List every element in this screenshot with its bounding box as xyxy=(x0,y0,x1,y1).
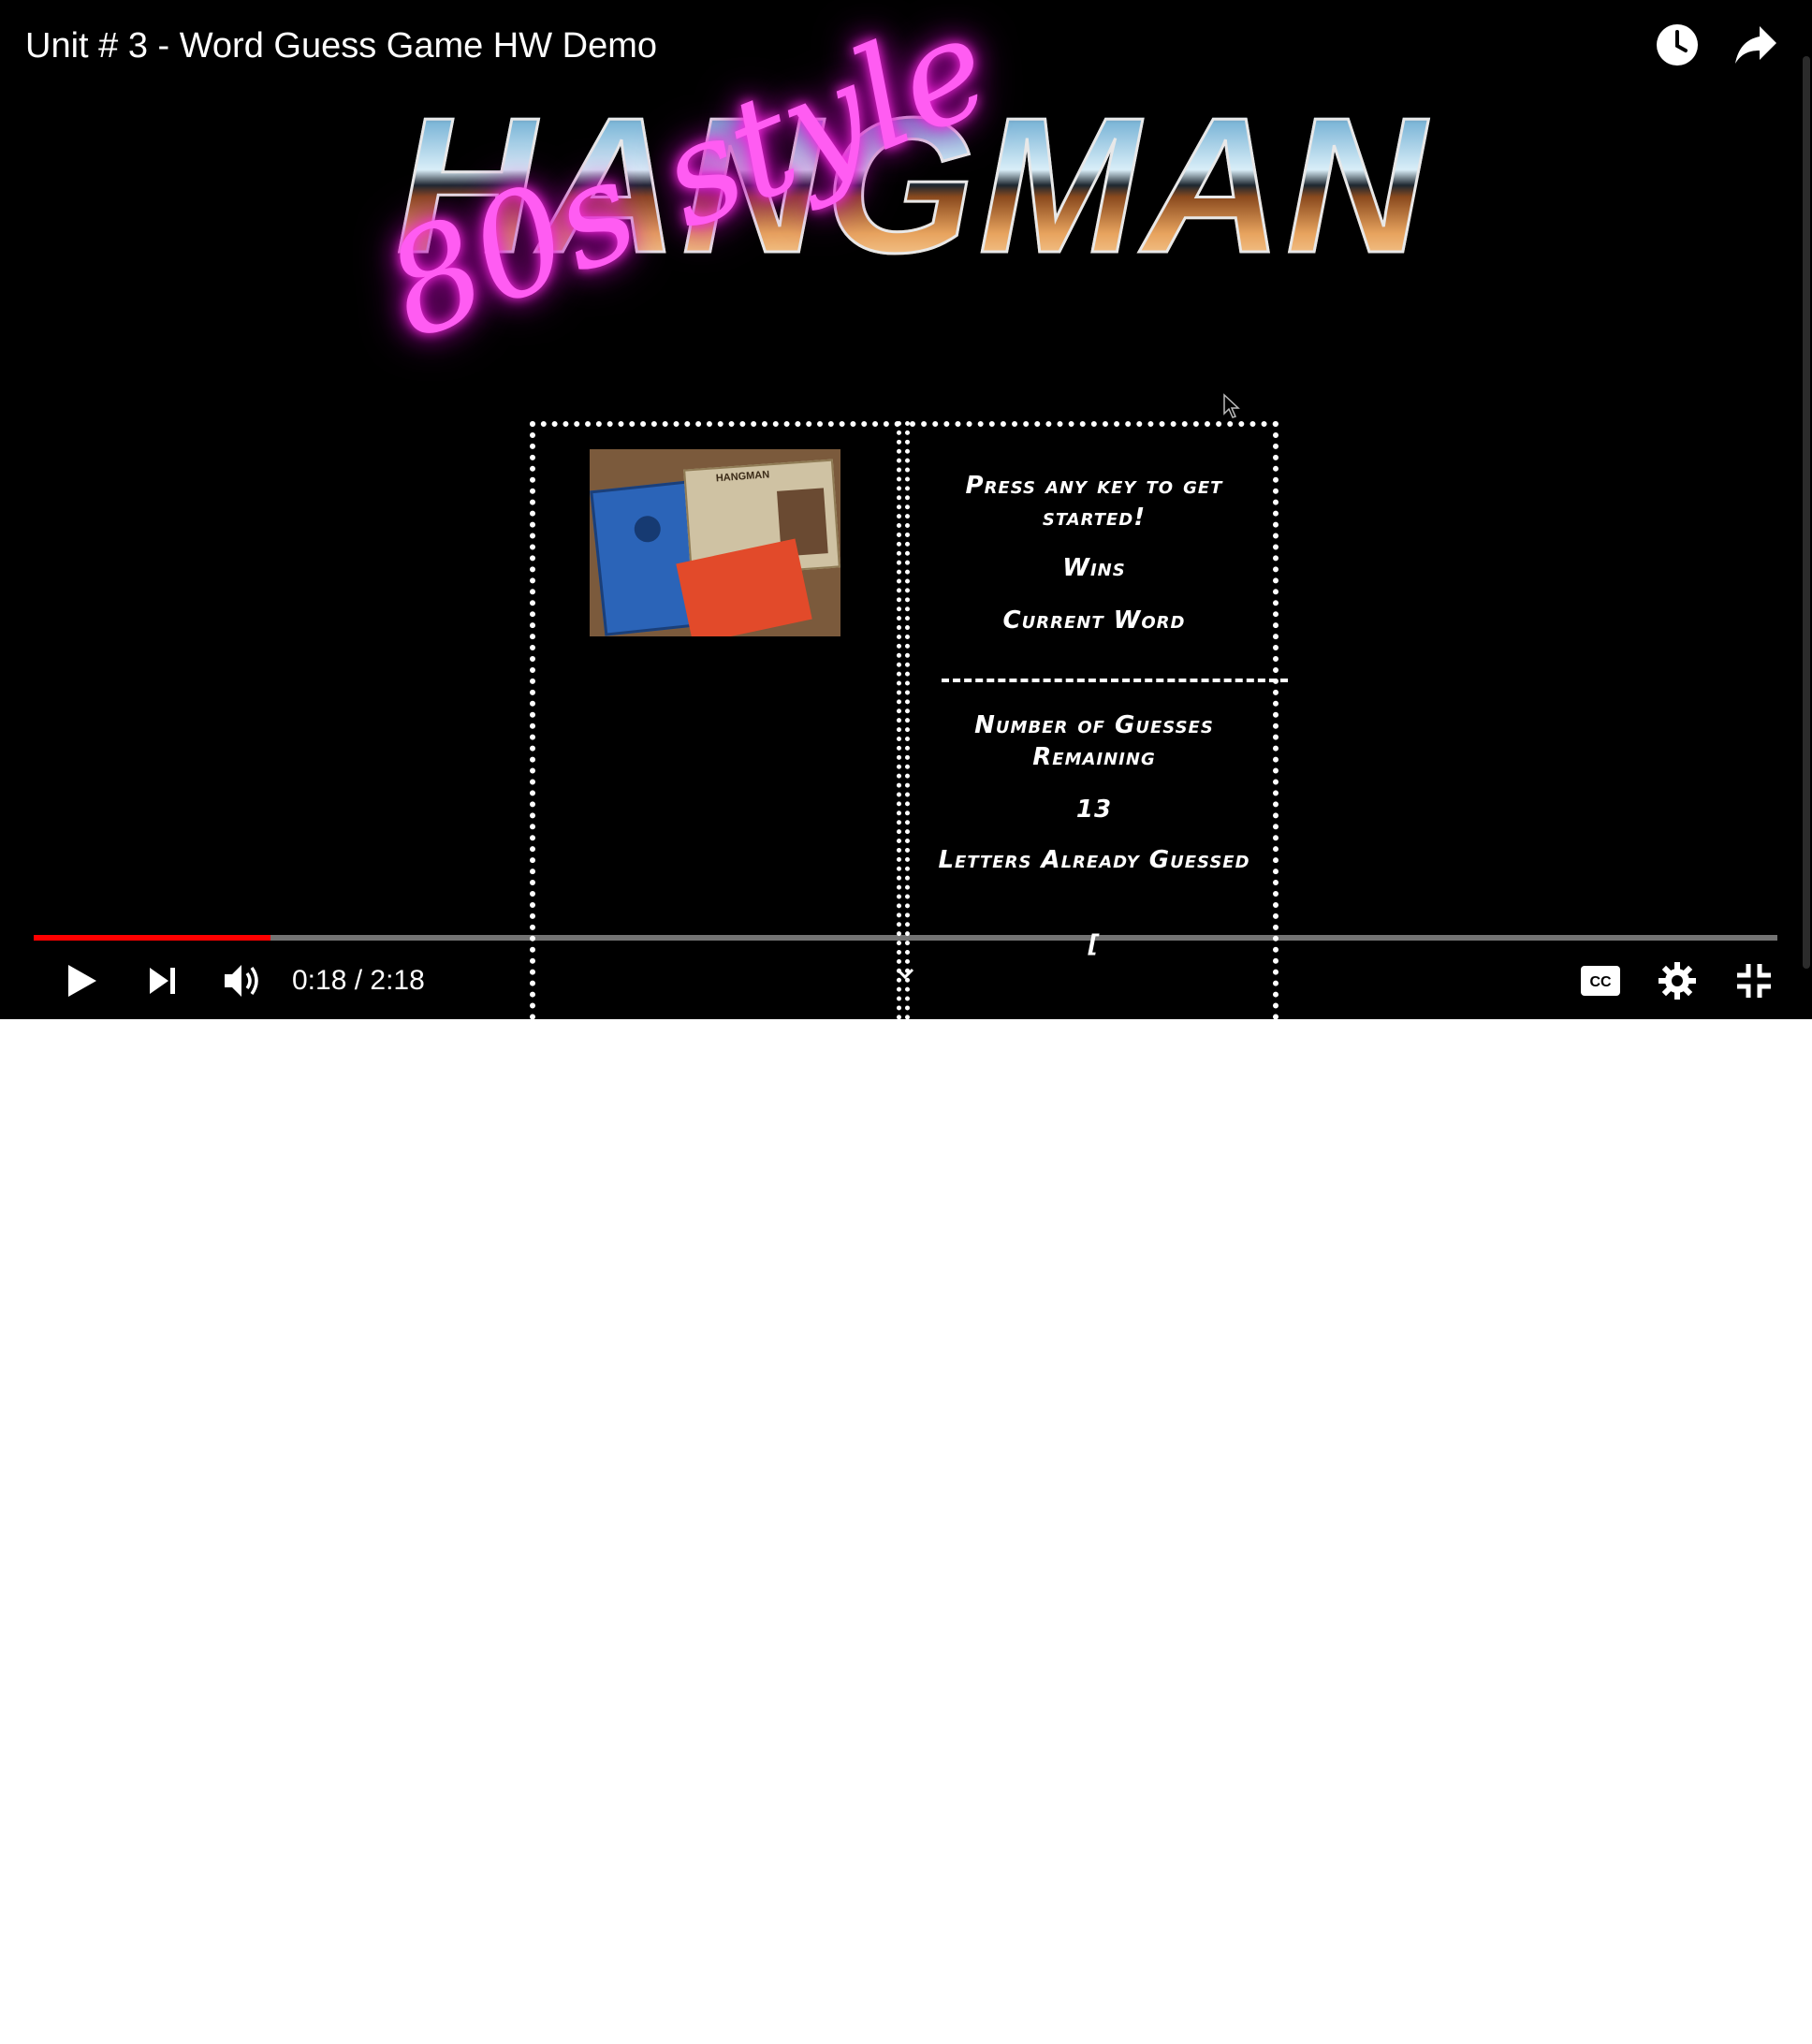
time-display: 0:18 / 2:18 xyxy=(292,965,425,996)
current-word-label: Current Word xyxy=(1002,606,1186,635)
progress-played xyxy=(34,935,271,941)
controls-left: 0:18 / 2:18 xyxy=(58,956,425,1005)
guesses-remaining-label: Number of Guesses Remaining xyxy=(974,711,1214,771)
next-icon[interactable] xyxy=(139,956,187,1005)
video-player[interactable]: HANGMAN 80s style HANGMAN Press any key … xyxy=(0,0,1812,1019)
scrollbar-track[interactable] xyxy=(1801,0,1812,1019)
svg-text:CC: CC xyxy=(1589,974,1612,990)
game-board: HANGMAN Press any key to get started! Wi… xyxy=(530,421,1288,1019)
video-title[interactable]: Unit # 3 - Word Guess Game HW Demo xyxy=(25,26,657,66)
hangman-logo: HANGMAN 80s style xyxy=(365,0,1451,407)
guesses-remaining-value: 13 xyxy=(1075,796,1113,824)
exit-fullscreen-icon[interactable] xyxy=(1730,956,1778,1005)
letters-guessed-value: [ xyxy=(1088,930,1101,958)
top-actions xyxy=(1653,21,1780,69)
board-divider xyxy=(897,421,910,1019)
progress-bar[interactable] xyxy=(34,935,1777,941)
controls-right: CC xyxy=(1576,956,1778,1005)
mouse-cursor-icon xyxy=(1223,393,1240,418)
chevron-down-icon[interactable] xyxy=(892,964,918,987)
share-icon[interactable] xyxy=(1732,21,1780,69)
dashed-separator xyxy=(942,679,1288,682)
play-icon[interactable] xyxy=(58,956,107,1005)
volume-icon[interactable] xyxy=(219,956,268,1005)
letters-guessed-label: Letters Already Guessed xyxy=(938,846,1250,874)
captions-icon[interactable]: CC xyxy=(1576,956,1625,1005)
start-prompt: Press any key to get started! xyxy=(965,472,1223,532)
watch-later-icon[interactable] xyxy=(1653,21,1702,69)
scrollbar-thumb[interactable] xyxy=(1803,56,1810,969)
wins-label: Wins xyxy=(1062,554,1126,582)
settings-icon[interactable] xyxy=(1653,956,1702,1005)
hangman-board-game-photo: HANGMAN xyxy=(590,449,840,636)
